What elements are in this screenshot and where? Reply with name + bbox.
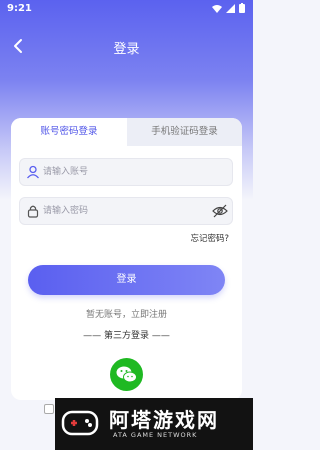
status-bar: 9:21 bbox=[0, 0, 253, 18]
user-icon bbox=[27, 165, 39, 179]
tab-password-login[interactable]: 账号密码登录 bbox=[11, 118, 127, 146]
login-button[interactable]: 登录 bbox=[28, 265, 225, 295]
third-party-login-label: —— 第三方登录 —— bbox=[83, 331, 170, 341]
status-icons bbox=[212, 3, 245, 13]
status-time: 9:21 bbox=[7, 3, 32, 14]
forgot-password-link[interactable]: 忘记密码? bbox=[190, 232, 229, 244]
account-input[interactable] bbox=[43, 159, 203, 185]
register-link[interactable]: 暂无账号，立即注册 bbox=[0, 307, 253, 320]
login-tabs: 账号密码登录 手机验证码登录 bbox=[11, 118, 242, 146]
password-field bbox=[19, 197, 233, 225]
gamepad-icon bbox=[61, 410, 99, 436]
wechat-login-button[interactable] bbox=[110, 358, 143, 391]
battery-icon bbox=[239, 3, 245, 13]
wifi-icon bbox=[212, 4, 222, 13]
watermark-title: 阿塔游戏网 bbox=[109, 408, 219, 432]
lock-icon bbox=[27, 205, 39, 218]
wechat-icon bbox=[116, 366, 137, 383]
agreement-checkbox[interactable] bbox=[44, 404, 54, 414]
signal-icon bbox=[226, 3, 235, 13]
page-title: 登录 bbox=[113, 42, 140, 57]
password-input[interactable] bbox=[43, 198, 203, 224]
account-field bbox=[19, 158, 233, 186]
eye-off-icon[interactable] bbox=[212, 204, 228, 218]
watermark-logo: 阿塔游戏网 ATA GAME NETWORK bbox=[55, 398, 253, 450]
watermark-subtitle: ATA GAME NETWORK bbox=[113, 431, 198, 439]
tab-sms-login[interactable]: 手机验证码登录 bbox=[127, 118, 242, 146]
